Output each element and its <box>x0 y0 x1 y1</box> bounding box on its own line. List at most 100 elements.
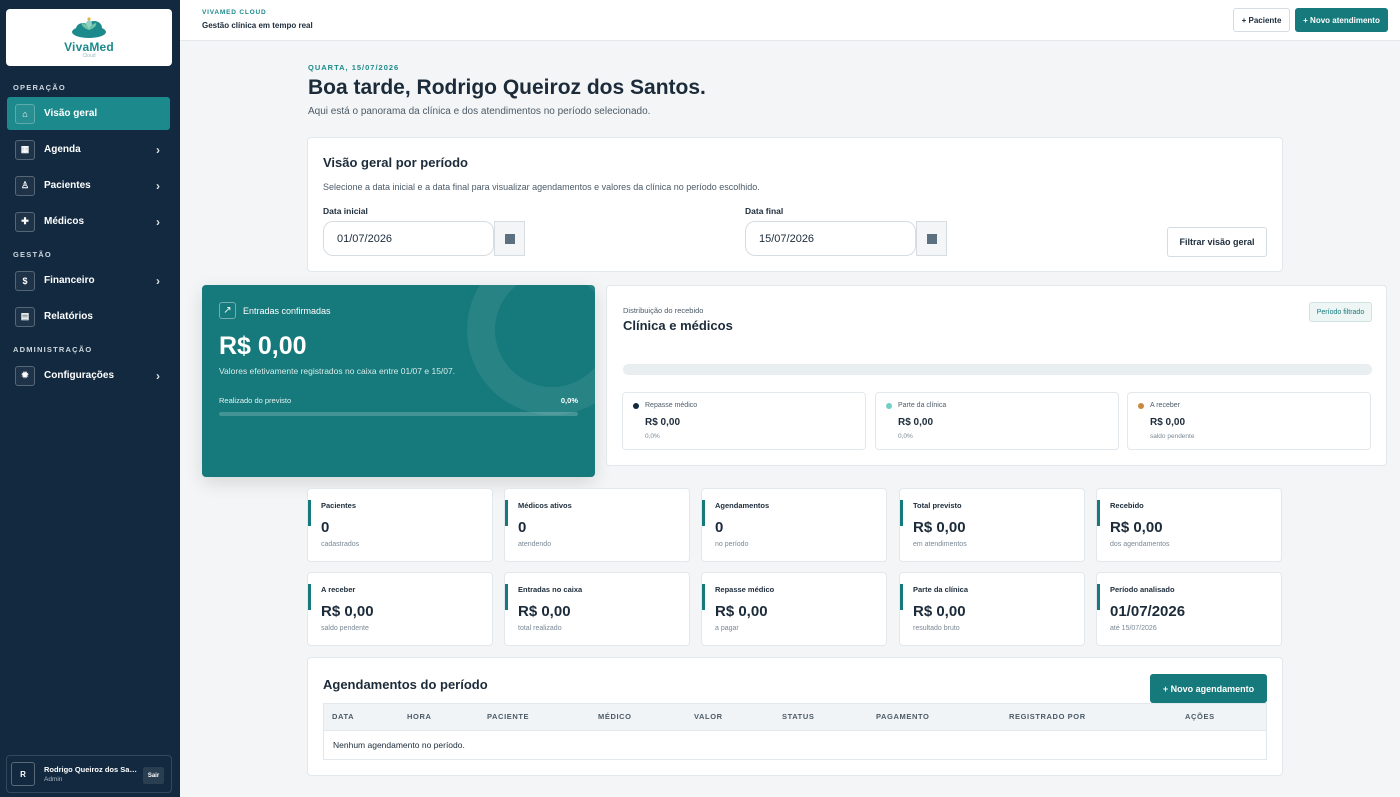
sidebar-item-label: Configurações <box>44 370 115 381</box>
distribution-item-sub: 0,0% <box>645 433 660 440</box>
stat-sub: atendendo <box>518 541 552 548</box>
stat-value: R$ 0,00 <box>913 603 966 620</box>
column-header[interactable]: VALOR <box>694 712 723 721</box>
sidebar-item-medicos[interactable]: ✚ Médicos › <box>7 205 170 238</box>
start-calendar-icon[interactable] <box>494 221 525 256</box>
new-appointment-top-button[interactable]: + Novo atendimento <box>1295 8 1388 32</box>
stat-card: Recebido R$ 0,00 dos agendamentos <box>1096 488 1282 562</box>
stat-sub: a pagar <box>715 625 739 632</box>
distribution-bar <box>623 364 1372 375</box>
stat-value: 0 <box>321 519 330 536</box>
sidebar-item-label: Financeiro <box>44 275 95 286</box>
sidebar-item-visao-geral[interactable]: ⌂ Visão geral <box>7 97 170 130</box>
sidebar-item-label: Pacientes <box>44 180 91 191</box>
start-date-input[interactable]: 01/07/2026 <box>323 221 494 256</box>
avatar: R <box>11 762 35 786</box>
user-card: R Rodrigo Queiroz dos Santos Admin Sair <box>6 755 172 793</box>
user-name: Rodrigo Queiroz dos Santos <box>44 765 140 774</box>
new-appointment-button[interactable]: + Novo agendamento <box>1150 674 1267 703</box>
empty-state-text: Nenhum agendamento no período. <box>333 740 465 750</box>
distribution-item: Repasse médico R$ 0,00 0,0% <box>622 392 866 450</box>
sidebar-item-label: Visão geral <box>44 108 98 119</box>
section-administracao: ADMINISTRAÇÃO <box>13 345 93 354</box>
date-kicker: QUARTA, 15/07/2026 <box>308 63 400 72</box>
chevron-right-icon: › <box>156 273 160 288</box>
sidebar-item-label: Relatórios <box>44 311 93 322</box>
sidebar: VivaMed Cloud OPERAÇÃO ⌂ Visão geral ▦ A… <box>0 0 180 797</box>
stat-value: 01/07/2026 <box>1110 603 1186 620</box>
column-header[interactable]: PAGAMENTO <box>876 712 929 721</box>
hero-description: Valores efetivamente registrados no caix… <box>219 366 456 376</box>
stat-card: Total previsto R$ 0,00 em atendimentos <box>899 488 1085 562</box>
distribution-title: Clínica e médicos <box>623 318 733 333</box>
stat-label: A receber <box>321 585 356 594</box>
column-header[interactable]: HORA <box>407 712 431 721</box>
calendar-icon: ▦ <box>15 139 35 160</box>
confirmed-income-card: ↗ Entradas confirmadas R$ 0,00 Valores e… <box>202 285 595 477</box>
home-icon: ⌂ <box>15 103 35 124</box>
stat-label: Recebido <box>1110 501 1144 510</box>
stat-value: R$ 0,00 <box>321 603 374 620</box>
legend-dot <box>1138 403 1144 409</box>
stat-card: Médicos ativos 0 atendendo <box>504 488 690 562</box>
stat-label: Parte da clínica <box>913 585 969 594</box>
period-description: Selecione a data inicial e a data final … <box>323 182 760 192</box>
gear-icon: ✹ <box>15 365 35 386</box>
logout-button[interactable]: Sair <box>143 767 164 784</box>
logo-text: VivaMed <box>64 39 114 54</box>
stat-sub: em atendimentos <box>913 541 967 548</box>
sidebar-item-agenda[interactable]: ▦ Agenda › <box>7 133 170 166</box>
stat-sub: no período <box>715 541 749 548</box>
page-intro: Aqui está o panorama da clínica e dos at… <box>308 106 651 117</box>
sidebar-item-pacientes[interactable]: ♙ Pacientes › <box>7 169 170 202</box>
stat-sub: total realizado <box>518 625 562 632</box>
chevron-right-icon: › <box>156 142 160 157</box>
stat-card: A receber R$ 0,00 saldo pendente <box>307 572 493 646</box>
column-header[interactable]: REGISTRADO POR <box>1009 712 1086 721</box>
column-header[interactable]: DATA <box>332 712 354 721</box>
progress-value: 0,0% <box>560 396 578 405</box>
brand-label: VIVAMED CLOUD <box>202 9 267 16</box>
stat-label: Agendamentos <box>715 501 770 510</box>
end-date-input[interactable]: 15/07/2026 <box>745 221 916 256</box>
period-card: Visão geral por período Selecione a data… <box>307 137 1283 272</box>
stat-card: Parte da clínica R$ 0,00 resultado bruto <box>899 572 1085 646</box>
filtered-period-badge: Período filtrado <box>1309 302 1372 322</box>
column-header[interactable]: PACIENTE <box>487 712 529 721</box>
topbar: VIVAMED CLOUD Gestão clínica em tempo re… <box>180 0 1400 41</box>
column-header[interactable]: MÉDICO <box>598 712 632 721</box>
distribution-item-label: A receber <box>1150 402 1180 409</box>
chevron-right-icon: › <box>156 178 160 193</box>
stat-sub: saldo pendente <box>321 625 369 632</box>
logo[interactable]: VivaMed Cloud <box>6 9 172 66</box>
section-gestao: GESTÃO <box>13 250 52 259</box>
section-operacao: OPERAÇÃO <box>13 83 66 92</box>
sidebar-item-financeiro[interactable]: $ Financeiro › <box>7 264 170 297</box>
column-header[interactable]: STATUS <box>782 712 815 721</box>
distribution-item-value: R$ 0,00 <box>1150 417 1186 428</box>
stat-sub: até 15/07/2026 <box>1110 625 1157 632</box>
brand-subtitle: Gestão clínica em tempo real <box>202 21 313 30</box>
sidebar-item-relatorios[interactable]: ▤ Relatórios <box>7 300 170 333</box>
column-header[interactable]: AÇÕES <box>1185 712 1215 721</box>
add-patient-button[interactable]: + Paciente <box>1233 8 1290 32</box>
stat-value: 0 <box>518 519 527 536</box>
sidebar-item-label: Médicos <box>44 216 85 227</box>
start-date-label: Data inicial <box>323 206 368 216</box>
stat-sub: dos agendamentos <box>1110 541 1170 548</box>
distribution-item: A receber R$ 0,00 saldo pendente <box>1127 392 1371 450</box>
stat-card: Agendamentos 0 no período <box>701 488 887 562</box>
stat-card: Período analisado 01/07/2026 até 15/07/2… <box>1096 572 1282 646</box>
distribution-item: Parte da clínica R$ 0,00 0,0% <box>875 392 1119 450</box>
sidebar-item-configuracoes[interactable]: ✹ Configurações › <box>7 359 170 392</box>
filter-button[interactable]: Filtrar visão geral <box>1167 227 1267 257</box>
legend-dot <box>886 403 892 409</box>
stat-value: R$ 0,00 <box>913 519 966 536</box>
distribution-item-sub: 0,0% <box>898 433 913 440</box>
chevron-right-icon: › <box>156 368 160 383</box>
progress-label: Realizado do previsto <box>219 396 292 405</box>
distribution-kicker: Distribuição do recebido <box>623 306 704 315</box>
end-calendar-icon[interactable] <box>916 221 947 256</box>
distribution-item-label: Repasse médico <box>645 402 698 409</box>
hero-value: R$ 0,00 <box>219 332 307 360</box>
